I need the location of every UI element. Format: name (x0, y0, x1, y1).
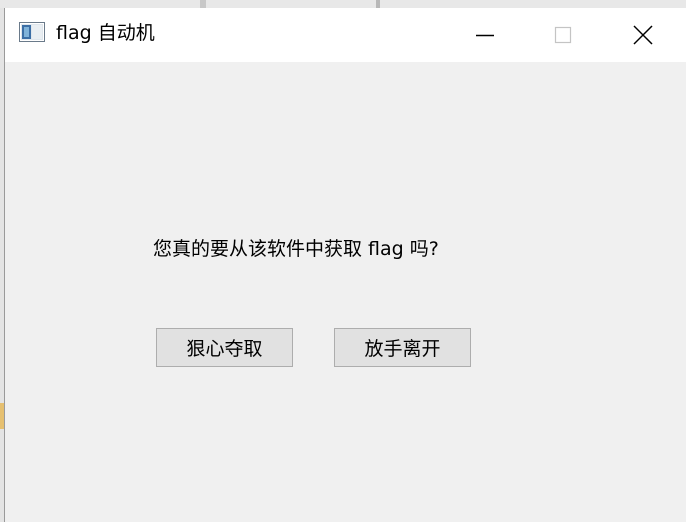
confirmation-message: 您真的要从该软件中获取 flag 吗? (153, 238, 439, 260)
app-window-icon (19, 22, 45, 42)
title-bar[interactable]: flag 自动机 (5, 8, 686, 62)
minimize-icon (475, 25, 495, 45)
maximize-icon (553, 25, 573, 45)
background-window-strip (0, 0, 686, 8)
seize-flag-button[interactable]: 狠心夺取 (156, 328, 293, 367)
app-window: flag 自动机 您真的要从该软件中获取 flag 吗? 狠心夺取 放手离开 (4, 8, 686, 522)
close-icon (632, 24, 654, 46)
leave-button[interactable]: 放手离开 (334, 328, 471, 367)
close-button[interactable] (603, 8, 683, 62)
background-divider (376, 0, 380, 8)
maximize-button[interactable] (523, 8, 603, 62)
window-title: flag 自动机 (56, 22, 155, 44)
background-divider (200, 0, 206, 8)
minimize-button[interactable] (445, 8, 525, 62)
